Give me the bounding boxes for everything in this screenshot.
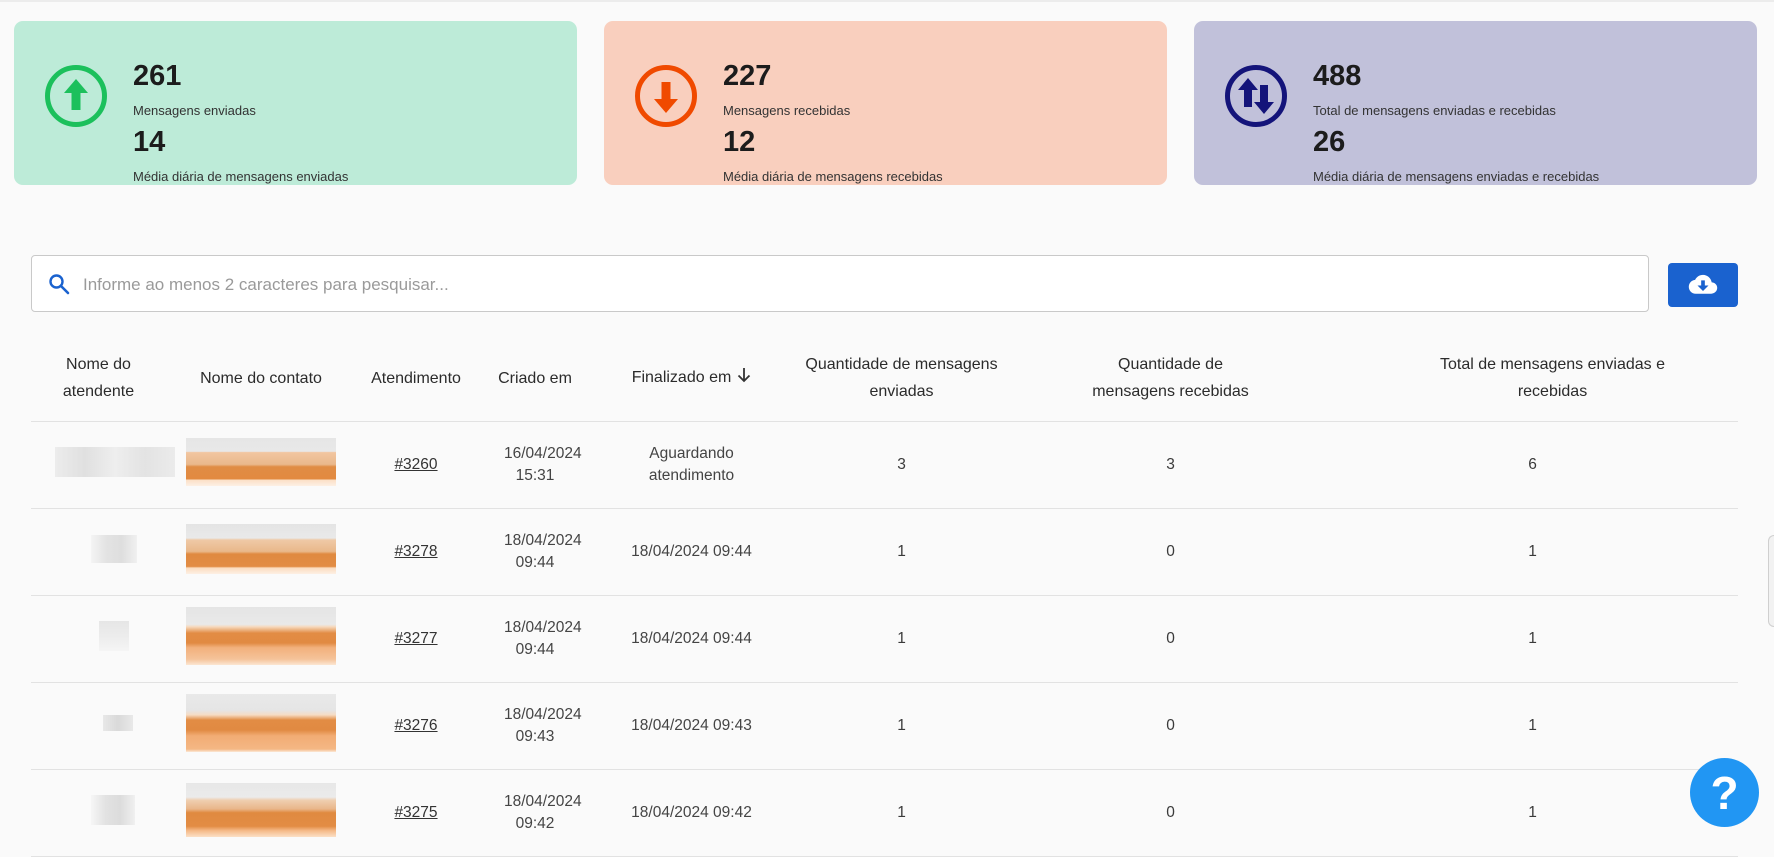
search-icon bbox=[48, 273, 70, 295]
agent-name-redacted bbox=[31, 508, 166, 596]
arrow-down-circle-icon bbox=[633, 63, 699, 129]
total-count-cell: 1 bbox=[1327, 682, 1738, 770]
total-count-cell: 1 bbox=[1327, 508, 1738, 596]
total-label: Total de mensagens enviadas e recebidas bbox=[1313, 103, 1556, 118]
finished-at-cell: 18/04/2024 09:42 bbox=[594, 769, 789, 857]
agent-name-redacted bbox=[31, 682, 166, 770]
agent-name-redacted bbox=[31, 421, 175, 509]
header-contact-name[interactable]: Nome do contato bbox=[166, 335, 356, 422]
header-finished-at[interactable]: Finalizado em bbox=[594, 335, 789, 422]
search-input[interactable] bbox=[81, 270, 1585, 300]
received-label: Mensagens recebidas bbox=[723, 103, 851, 118]
header-total-count[interactable]: Total de mensagens enviadas e recebidas bbox=[1327, 335, 1738, 422]
received-count-cell: 3 bbox=[1014, 421, 1327, 509]
contact-name-redacted bbox=[166, 508, 356, 596]
cloud-download-icon bbox=[1688, 274, 1718, 294]
table-row: #3260 16/04/2024 15:31 Aguardando atendi… bbox=[31, 421, 1738, 509]
table-row: #3278 18/04/2024 09:44 18/04/2024 09:44 … bbox=[31, 508, 1738, 596]
ticket-link[interactable]: #3275 bbox=[394, 804, 437, 821]
header-ticket[interactable]: Atendimento bbox=[356, 335, 476, 422]
sent-count-cell: 1 bbox=[789, 682, 1014, 770]
ticket-link[interactable]: #3278 bbox=[394, 543, 437, 560]
sent-count-cell: 1 bbox=[789, 508, 1014, 596]
table-row: #3277 18/04/2024 09:44 18/04/2024 09:44 … bbox=[31, 595, 1738, 683]
finished-at-cell: 18/04/2024 09:44 bbox=[594, 595, 789, 683]
sent-label: Mensagens enviadas bbox=[133, 103, 256, 118]
contact-name-redacted bbox=[166, 595, 356, 683]
header-sent-count[interactable]: Quantidade de mensagens enviadas bbox=[789, 335, 1014, 422]
created-at-cell: 16/04/2024 15:31 bbox=[476, 421, 594, 509]
received-count-cell: 0 bbox=[1014, 682, 1327, 770]
sent-count: 261 bbox=[133, 60, 182, 92]
contact-name-redacted bbox=[166, 769, 356, 857]
created-at-cell: 18/04/2024 09:42 bbox=[476, 769, 594, 857]
agent-name-redacted bbox=[31, 595, 166, 683]
total-count-cell: 6 bbox=[1327, 421, 1738, 509]
finished-at-cell: Aguardando atendimento bbox=[594, 421, 789, 509]
arrow-up-circle-icon bbox=[43, 63, 109, 129]
messages-table: Nome do atendente Nome do contato Atendi… bbox=[31, 335, 1738, 857]
total-count: 488 bbox=[1313, 60, 1362, 92]
table-header-row: Nome do atendente Nome do contato Atendi… bbox=[31, 335, 1738, 422]
received-count-cell: 0 bbox=[1014, 508, 1327, 596]
top-divider bbox=[0, 0, 1774, 2]
table-row: #3275 18/04/2024 09:42 18/04/2024 09:42 … bbox=[31, 769, 1738, 857]
arrow-down-icon bbox=[737, 365, 751, 392]
total-count-cell: 1 bbox=[1327, 769, 1738, 857]
ticket-link[interactable]: #3276 bbox=[394, 717, 437, 734]
finished-at-cell: 18/04/2024 09:43 bbox=[594, 682, 789, 770]
help-button-label: ? bbox=[1710, 766, 1739, 819]
download-button[interactable] bbox=[1668, 263, 1738, 307]
sent-count-cell: 1 bbox=[789, 769, 1014, 857]
header-agent-name[interactable]: Nome do atendente bbox=[31, 335, 166, 422]
sent-count-cell: 3 bbox=[789, 421, 1014, 509]
created-at-cell: 18/04/2024 09:43 bbox=[476, 682, 594, 770]
side-drawer-handle[interactable] bbox=[1768, 535, 1774, 627]
total-daily-average: 26 bbox=[1313, 126, 1346, 158]
swap-vertical-circle-icon bbox=[1223, 63, 1289, 129]
received-messages-card: 227 Mensagens recebidas 12 Média diária … bbox=[604, 21, 1167, 185]
sent-daily-average: 14 bbox=[133, 126, 166, 158]
received-count-cell: 0 bbox=[1014, 595, 1327, 683]
total-count-cell: 1 bbox=[1327, 595, 1738, 683]
agent-name-redacted bbox=[31, 769, 166, 857]
search-box bbox=[31, 255, 1649, 312]
received-count: 227 bbox=[723, 60, 772, 92]
total-messages-card: 488 Total de mensagens enviadas e recebi… bbox=[1194, 21, 1757, 185]
header-created-at[interactable]: Criado em bbox=[476, 335, 594, 422]
contact-name-redacted bbox=[166, 421, 356, 509]
sent-daily-label: Média diária de mensagens enviadas bbox=[133, 169, 349, 184]
table-row: #3276 18/04/2024 09:43 18/04/2024 09:43 … bbox=[31, 682, 1738, 770]
help-button[interactable]: ? bbox=[1690, 758, 1759, 827]
received-count-cell: 0 bbox=[1014, 769, 1327, 857]
sent-count-cell: 1 bbox=[789, 595, 1014, 683]
received-daily-label: Média diária de mensagens recebidas bbox=[723, 169, 943, 184]
ticket-link[interactable]: #3260 bbox=[394, 456, 437, 473]
ticket-link[interactable]: #3277 bbox=[394, 630, 437, 647]
received-daily-average: 12 bbox=[723, 126, 756, 158]
header-received-count[interactable]: Quantidade de mensagens recebidas bbox=[1014, 335, 1327, 422]
sent-messages-card: 261 Mensagens enviadas 14 Média diária d… bbox=[14, 21, 577, 185]
total-daily-label: Média diária de mensagens enviadas e rec… bbox=[1313, 169, 1600, 184]
created-at-cell: 18/04/2024 09:44 bbox=[476, 508, 594, 596]
header-finished-at-label: Finalizado em bbox=[631, 369, 732, 387]
finished-at-cell: 18/04/2024 09:44 bbox=[594, 508, 789, 596]
created-at-cell: 18/04/2024 09:44 bbox=[476, 595, 594, 683]
contact-name-redacted bbox=[166, 682, 356, 770]
